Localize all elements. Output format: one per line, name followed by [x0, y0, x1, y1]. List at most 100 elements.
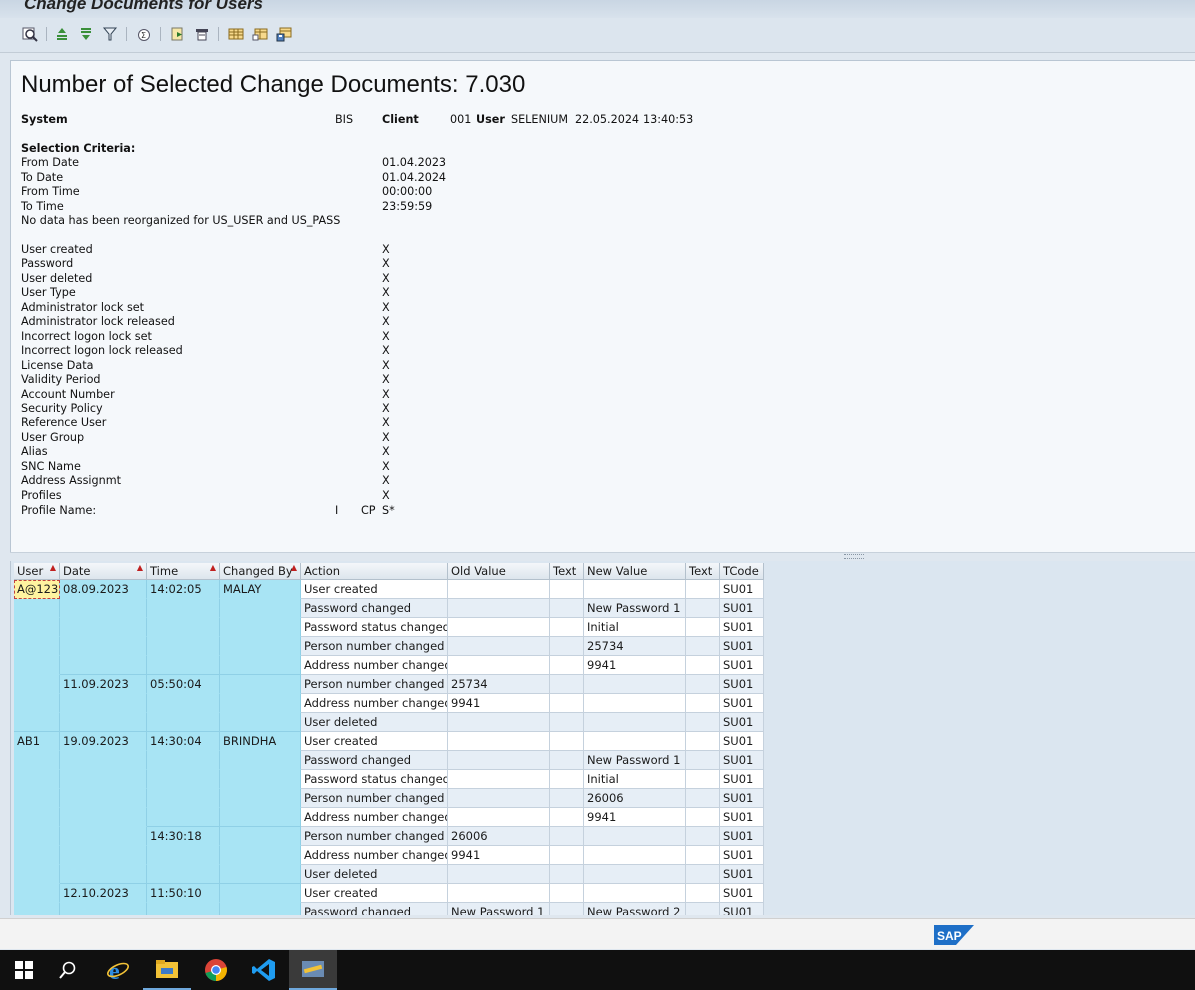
cell-time[interactable] [147, 751, 220, 770]
cell-tcode[interactable]: SU01 [720, 694, 764, 713]
cell-user[interactable] [14, 694, 60, 713]
cell-date[interactable] [60, 751, 147, 770]
cell-date[interactable] [60, 808, 147, 827]
cell-tcode[interactable]: SU01 [720, 732, 764, 751]
table-row[interactable]: Address number changed 9941 SU01 [14, 808, 764, 827]
cell-old-value[interactable] [448, 789, 550, 808]
cell-text[interactable] [686, 599, 720, 618]
cell-new-value[interactable]: Initial [584, 618, 686, 637]
cell-text[interactable] [550, 599, 584, 618]
cell-changed-by[interactable]: MALAY [220, 580, 301, 599]
cell-changed-by[interactable] [220, 789, 301, 808]
table-row[interactable]: Password changed New Password 1 New Passwo… [14, 903, 764, 915]
cell-user[interactable] [14, 599, 60, 618]
cell-action[interactable]: Address number changed [301, 694, 448, 713]
cell-tcode[interactable]: SU01 [720, 884, 764, 903]
cell-new-value[interactable] [584, 694, 686, 713]
cell-tcode[interactable]: SU01 [720, 808, 764, 827]
cell-text[interactable] [686, 694, 720, 713]
table-row[interactable]: Password status changed Initial SU01 [14, 618, 764, 637]
cell-date[interactable] [60, 865, 147, 884]
cell-time[interactable] [147, 656, 220, 675]
sap-gui-icon[interactable] [289, 950, 337, 990]
cell-action[interactable]: Person number changed [301, 827, 448, 846]
cell-text[interactable] [550, 732, 584, 751]
cell-user[interactable] [14, 884, 60, 903]
cell-user[interactable] [14, 713, 60, 732]
cell-action[interactable]: User created [301, 580, 448, 599]
table-row[interactable]: Address number changed 9941 SU01 [14, 694, 764, 713]
table-row[interactable]: Password changed New Password 1 SU01 [14, 751, 764, 770]
cell-new-value[interactable]: New Password 1 [584, 599, 686, 618]
cell-user[interactable] [14, 656, 60, 675]
cell-date[interactable]: 12.10.2023 [60, 884, 147, 903]
cell-text[interactable] [686, 732, 720, 751]
table-row[interactable]: Address number changed 9941 SU01 [14, 656, 764, 675]
cell-changed-by[interactable] [220, 637, 301, 656]
cell-new-value[interactable]: 25734 [584, 637, 686, 656]
cell-changed-by[interactable] [220, 808, 301, 827]
cell-new-value[interactable] [584, 865, 686, 884]
cell-user[interactable] [14, 808, 60, 827]
cell-action[interactable]: Address number changed [301, 656, 448, 675]
cell-new-value[interactable]: 9941 [584, 808, 686, 827]
cell-old-value[interactable]: New Password 1 [448, 903, 550, 915]
cell-tcode[interactable]: SU01 [720, 580, 764, 599]
cell-text[interactable] [550, 808, 584, 827]
column-header-tcode[interactable]: TCode [720, 563, 764, 580]
cell-new-value[interactable] [584, 732, 686, 751]
cell-new-value[interactable] [584, 846, 686, 865]
cell-text[interactable] [550, 884, 584, 903]
cell-changed-by[interactable] [220, 694, 301, 713]
cell-tcode[interactable]: SU01 [720, 846, 764, 865]
column-header-date[interactable]: Date ▲ [60, 563, 147, 580]
cell-date[interactable] [60, 694, 147, 713]
cell-date[interactable] [60, 599, 147, 618]
file-explorer-icon[interactable] [143, 950, 191, 990]
column-header-user[interactable]: User ▲ [14, 563, 60, 580]
cell-new-value[interactable] [584, 884, 686, 903]
cell-text[interactable] [550, 846, 584, 865]
column-header-action[interactable]: Action [301, 563, 448, 580]
cell-action[interactable]: Person number changed [301, 675, 448, 694]
cell-action[interactable]: User created [301, 884, 448, 903]
table-row[interactable]: Address number changed 9941 SU01 [14, 846, 764, 865]
cell-tcode[interactable]: SU01 [720, 865, 764, 884]
cell-old-value[interactable] [448, 713, 550, 732]
cell-date[interactable] [60, 713, 147, 732]
cell-date[interactable] [60, 656, 147, 675]
cell-old-value[interactable] [448, 808, 550, 827]
cell-text[interactable] [686, 865, 720, 884]
cell-tcode[interactable]: SU01 [720, 599, 764, 618]
cell-tcode[interactable]: SU01 [720, 618, 764, 637]
cell-text[interactable] [686, 808, 720, 827]
cell-new-value[interactable]: 26006 [584, 789, 686, 808]
table-row[interactable]: Password status changed Initial SU01 [14, 770, 764, 789]
column-header-changed-by[interactable]: Changed By ▲ [220, 563, 301, 580]
cell-new-value[interactable] [584, 675, 686, 694]
cell-user[interactable] [14, 827, 60, 846]
cell-text[interactable] [550, 580, 584, 599]
cell-old-value[interactable]: 25734 [448, 675, 550, 694]
cell-user[interactable] [14, 675, 60, 694]
table-row[interactable]: AB1 19.09.2023 14:30:04 BRINDHA User created… [14, 732, 764, 751]
cell-user[interactable] [14, 865, 60, 884]
cell-text[interactable] [550, 656, 584, 675]
cell-tcode[interactable]: SU01 [720, 637, 764, 656]
cell-text[interactable] [686, 827, 720, 846]
cell-action[interactable]: Password status changed [301, 770, 448, 789]
cell-text[interactable] [550, 694, 584, 713]
cell-time[interactable] [147, 694, 220, 713]
cell-changed-by[interactable] [220, 656, 301, 675]
cell-changed-by[interactable]: BRINDHA [220, 732, 301, 751]
cell-changed-by[interactable] [220, 846, 301, 865]
table-row[interactable]: User deleted SU01 [14, 865, 764, 884]
cell-time[interactable] [147, 789, 220, 808]
cell-tcode[interactable]: SU01 [720, 751, 764, 770]
cell-tcode[interactable]: SU01 [720, 903, 764, 915]
cell-old-value[interactable] [448, 656, 550, 675]
cell-new-value[interactable]: New Password 2 [584, 903, 686, 915]
cell-action[interactable]: Password status changed [301, 618, 448, 637]
cell-text[interactable] [686, 789, 720, 808]
table-row[interactable]: 14:30:18 Person number changed 26006 SU01 [14, 827, 764, 846]
